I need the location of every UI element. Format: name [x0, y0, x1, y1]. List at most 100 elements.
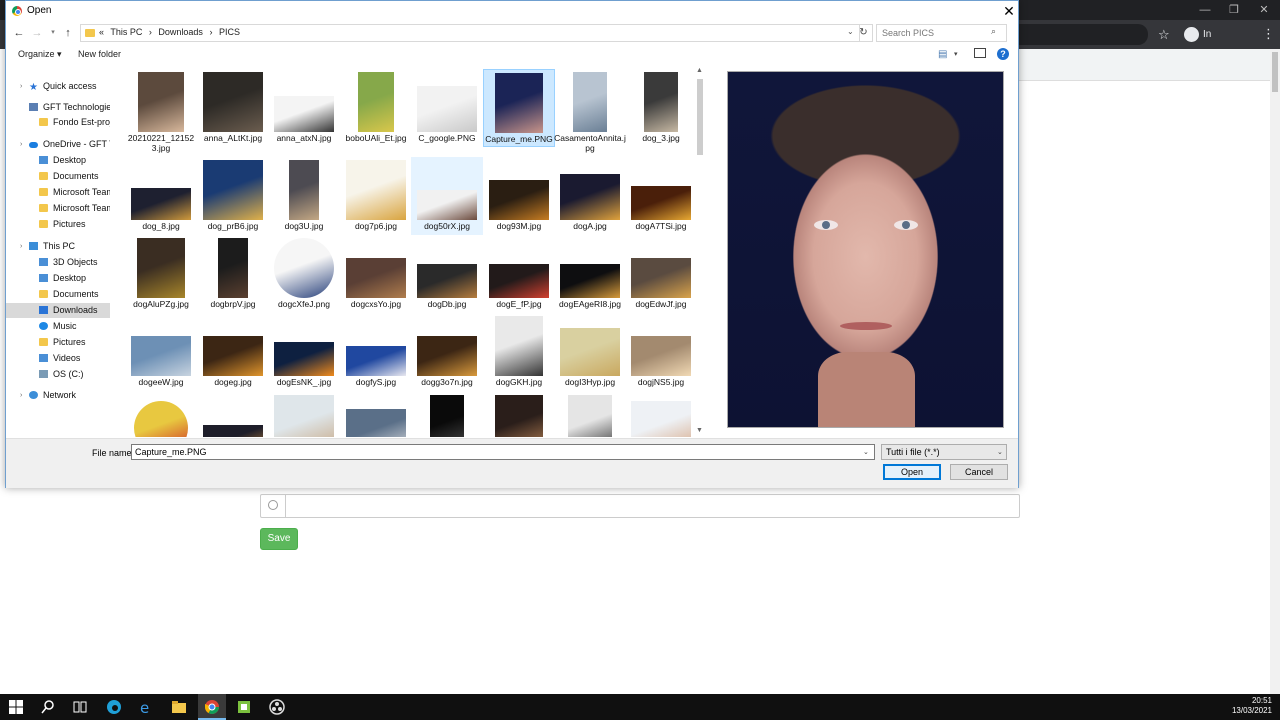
breadcrumb-chevron[interactable]: « — [99, 27, 104, 37]
nav-item[interactable]: Documents — [39, 287, 99, 302]
chevron-right-icon[interactable]: › — [20, 79, 22, 94]
chrome-icon[interactable] — [204, 699, 220, 715]
file-item[interactable] — [268, 391, 340, 437]
nav-item[interactable]: Microsoft Teams Da — [39, 201, 110, 216]
forward-arrow-icon[interactable]: → — [30, 26, 44, 40]
file-item[interactable]: CasamentoAnnita.jpg — [554, 69, 626, 153]
file-item[interactable]: dog3U.jpg — [268, 157, 340, 235]
task-view-icon[interactable] — [72, 699, 88, 715]
edge-icon[interactable] — [106, 699, 122, 715]
notepad-plus-icon[interactable] — [236, 699, 252, 715]
nav-item[interactable]: Downloads — [6, 303, 110, 318]
chevron-down-icon[interactable]: ▾ — [954, 50, 958, 58]
nav-item[interactable]: Music — [39, 319, 77, 334]
scroll-up-icon[interactable]: ▲ — [696, 67, 703, 74]
chevron-down-icon[interactable]: ⌄ — [997, 448, 1003, 456]
preview-pane-icon[interactable] — [974, 48, 986, 58]
bookmark-star-icon[interactable]: ☆ — [1158, 27, 1170, 43]
chevron-right-icon[interactable]: › — [20, 388, 22, 403]
page-scrollbar[interactable] — [1270, 49, 1280, 694]
internet-explorer-icon[interactable]: e — [138, 699, 154, 715]
recent-locations-icon[interactable]: ▾ — [46, 26, 60, 40]
file-item[interactable]: dog_3.jpg — [625, 69, 697, 147]
back-arrow-icon[interactable]: ← — [12, 26, 26, 40]
scrollbar-thumb[interactable] — [697, 79, 703, 155]
nav-item[interactable]: Microsoft Teams Ch — [39, 185, 110, 200]
browser-omnibox[interactable] — [1018, 24, 1148, 45]
chevron-down-icon[interactable]: ⌄ — [847, 27, 854, 36]
file-item[interactable]: dogEdwJf.jpg — [625, 235, 697, 313]
page-scrollbar-thumb[interactable] — [1272, 52, 1278, 92]
organize-menu[interactable]: Organize ▾ — [18, 49, 62, 60]
file-item[interactable]: dogA.jpg — [554, 157, 626, 235]
file-item[interactable]: dogg3o7n.jpg — [411, 313, 483, 391]
file-item[interactable]: dogEAgeRI8.jpg — [554, 235, 626, 313]
file-item[interactable] — [625, 391, 697, 437]
nav-item[interactable]: 3D Objects — [39, 255, 98, 270]
file-item[interactable]: dogcXfeJ.png — [268, 235, 340, 313]
file-item[interactable]: C_google.PNG — [411, 69, 483, 147]
view-mode-icon[interactable]: ▤ — [938, 49, 947, 60]
breadcrumb-separator[interactable]: › — [149, 27, 152, 37]
nav-item[interactable]: Fondo Est-projects- — [39, 115, 110, 130]
new-folder-button[interactable]: New folder — [78, 49, 121, 59]
form-text-input[interactable] — [260, 494, 1020, 518]
close-window-icon[interactable]: ✕ — [1249, 2, 1279, 18]
file-item[interactable]: dogcxsYo.jpg — [340, 235, 412, 313]
file-item[interactable]: dog_8.jpg — [125, 157, 197, 235]
file-type-select[interactable]: Tutti i file (*.*) — [881, 444, 1007, 460]
breadcrumb-this-pc[interactable]: This PC — [110, 27, 142, 37]
file-item[interactable]: 20210221_121523.jpg — [125, 69, 197, 153]
nav-item[interactable]: Videos — [39, 351, 80, 366]
minimize-icon[interactable]: — — [1190, 2, 1220, 18]
file-item[interactable]: dogjNS5.jpg — [625, 313, 697, 391]
breadcrumb-downloads[interactable]: Downloads — [158, 27, 203, 37]
file-item[interactable] — [125, 391, 197, 437]
nav-item[interactable]: › OneDrive - GFT Techn — [20, 137, 110, 152]
breadcrumb-separator[interactable]: › — [209, 27, 212, 37]
nav-item[interactable]: Desktop — [39, 153, 86, 168]
restore-icon[interactable]: ❐ — [1219, 2, 1249, 18]
nav-item[interactable]: OS (C:) — [39, 367, 84, 382]
search-icon[interactable]: ⌕ — [991, 26, 996, 37]
help-icon[interactable]: ? — [997, 48, 1009, 60]
file-item[interactable]: dogE_fP.jpg — [483, 235, 555, 313]
form-radio[interactable] — [268, 500, 278, 510]
file-item[interactable]: dogeeW.jpg — [125, 313, 197, 391]
search-icon[interactable] — [40, 699, 56, 715]
file-item[interactable]: dogfyS.jpg — [340, 313, 412, 391]
dialog-close-button[interactable]: ✕ — [999, 2, 1019, 20]
scroll-down-icon[interactable]: ▼ — [696, 427, 703, 434]
chevron-right-icon[interactable]: › — [20, 239, 22, 254]
file-item[interactable]: dogbrpV.jpg — [197, 235, 269, 313]
filename-input[interactable]: Capture_me.PNG — [131, 444, 875, 460]
chevron-right-icon[interactable]: › — [20, 137, 22, 152]
nav-item[interactable]: Desktop — [39, 271, 86, 286]
obs-icon[interactable] — [269, 699, 285, 715]
file-item[interactable]: boboUAli_Et.jpg — [340, 69, 412, 147]
windows-start-icon[interactable] — [8, 699, 24, 715]
file-item[interactable] — [554, 391, 626, 437]
file-item[interactable]: dog7p6.jpg — [340, 157, 412, 235]
file-item[interactable]: dogAluPZg.jpg — [125, 235, 197, 313]
file-item[interactable]: dogGKH.jpg — [483, 313, 555, 391]
nav-item[interactable]: › ★ Quick access — [20, 79, 97, 94]
file-item[interactable]: dog50rX.jpg — [411, 157, 483, 235]
save-button[interactable]: Save — [260, 528, 298, 550]
browser-menu-icon[interactable]: ⋮ — [1262, 26, 1275, 42]
file-item[interactable]: dogEsNK_.jpg — [268, 313, 340, 391]
file-item[interactable]: dogeg.jpg — [197, 313, 269, 391]
file-item[interactable]: dogDb.jpg — [411, 235, 483, 313]
file-item[interactable]: dog93M.jpg — [483, 157, 555, 235]
open-button[interactable]: Open — [883, 464, 941, 480]
nav-item[interactable]: Pictures — [39, 217, 86, 232]
nav-item[interactable]: › This PC — [20, 239, 75, 254]
cancel-button[interactable]: Cancel — [950, 464, 1008, 480]
file-item[interactable]: anna_atxN.jpg — [268, 69, 340, 147]
file-grid-scrollbar[interactable]: ▲ ▼ — [694, 65, 706, 437]
file-explorer-icon[interactable] — [171, 699, 187, 715]
file-item[interactable]: Capture_me.PNG — [483, 69, 555, 147]
file-item[interactable] — [197, 391, 269, 437]
nav-item[interactable]: Pictures — [39, 335, 86, 350]
file-item[interactable] — [411, 391, 483, 437]
